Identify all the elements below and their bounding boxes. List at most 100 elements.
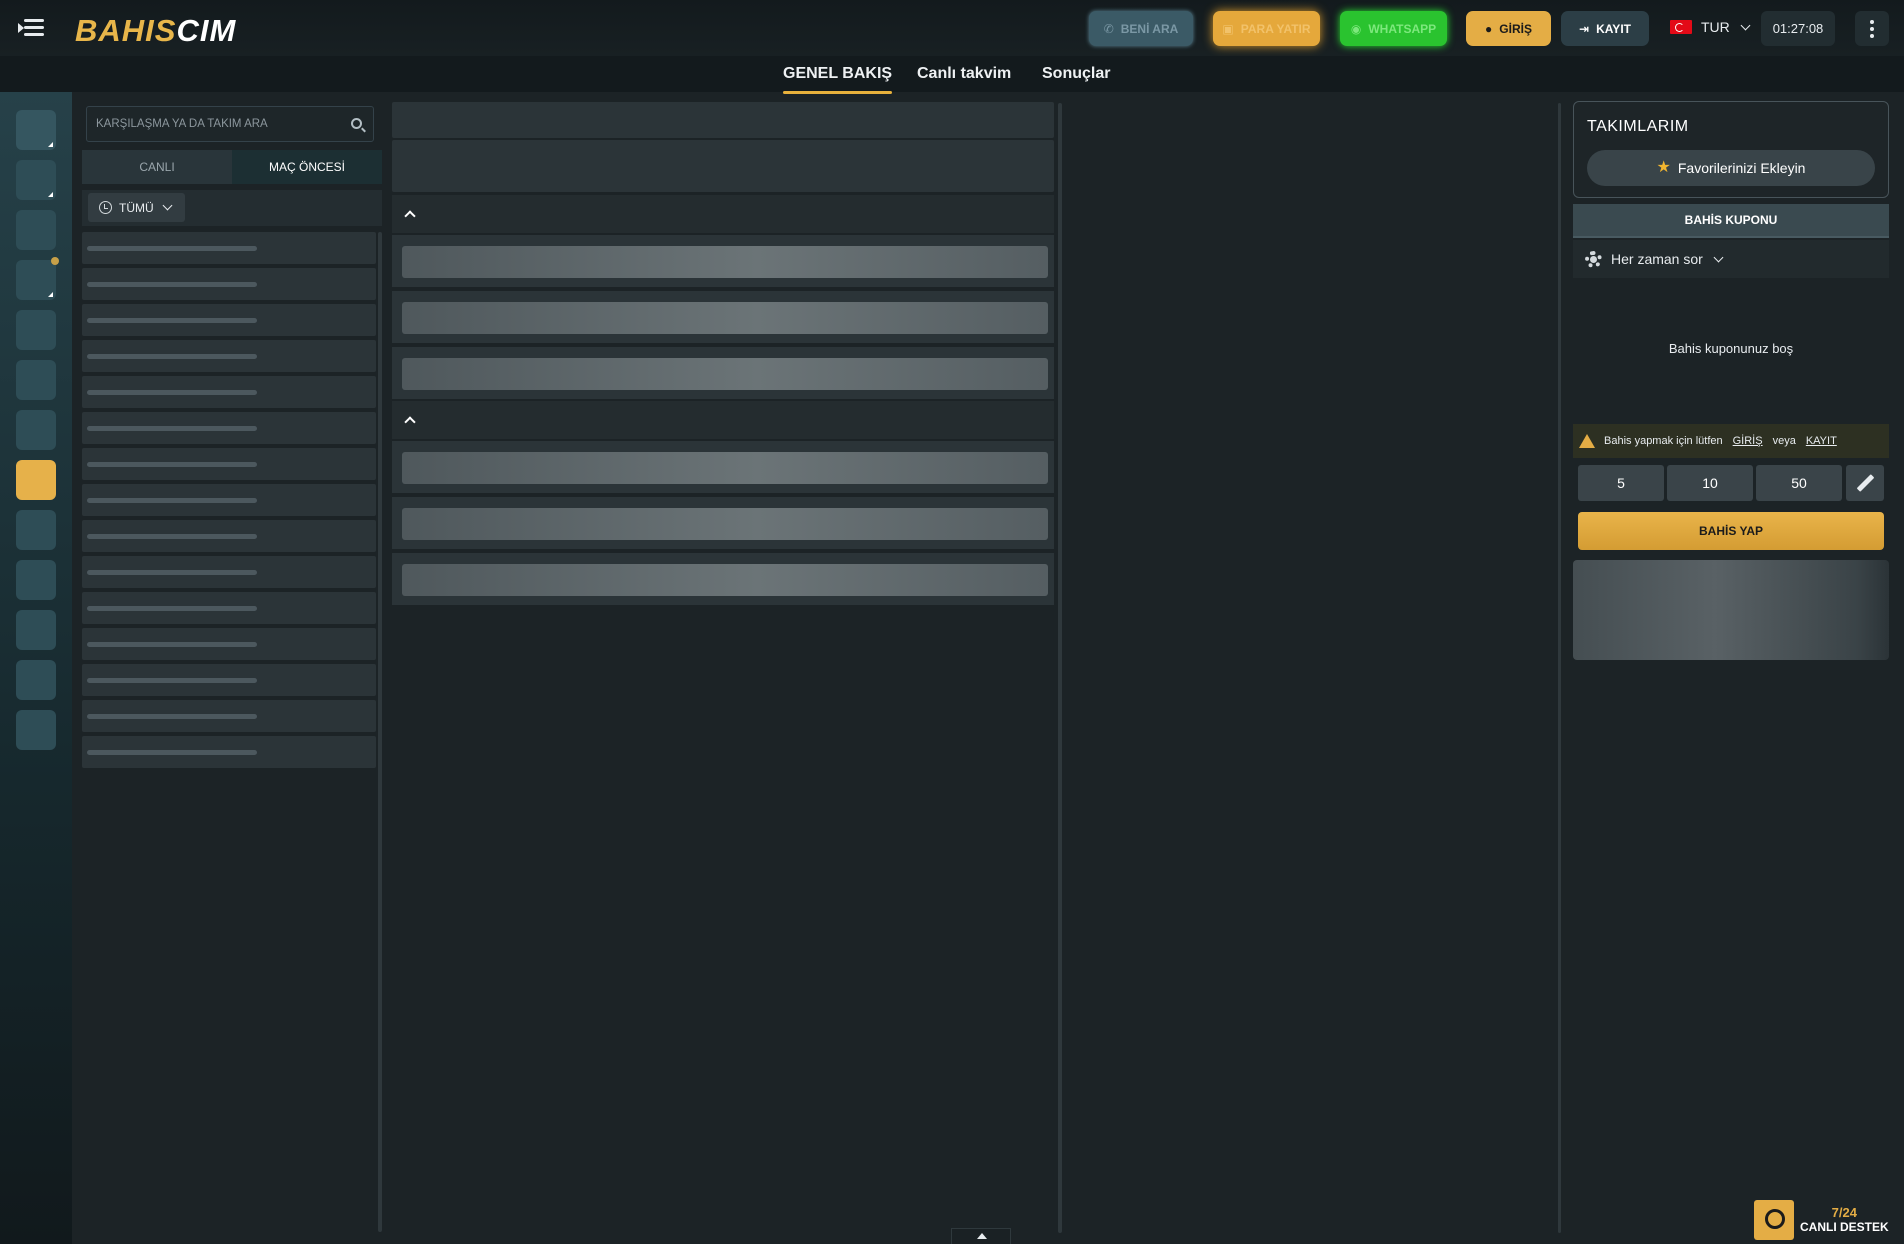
sport-icon[interactable] <box>16 310 56 350</box>
menu-icon[interactable] <box>18 17 44 39</box>
list-item[interactable] <box>82 520 376 552</box>
loading-placeholder <box>392 140 1054 192</box>
warning-login-link[interactable]: GİRİŞ <box>1733 435 1763 447</box>
list-item[interactable] <box>82 592 376 624</box>
list-item[interactable] <box>82 484 376 516</box>
wallet-icon: ▣ <box>1222 21 1234 36</box>
list-item[interactable] <box>82 664 376 696</box>
tab-live-calendar[interactable]: Canlı takvim <box>917 65 1011 83</box>
search-icon[interactable] <box>351 118 362 129</box>
stake-button-10[interactable]: 10 <box>1667 465 1753 501</box>
sport-icon[interactable] <box>16 610 56 650</box>
scrollbar[interactable] <box>378 232 382 1232</box>
tab-live[interactable]: CANLI <box>82 150 232 184</box>
more-options-icon[interactable] <box>1855 11 1889 46</box>
list-item[interactable] <box>82 304 376 336</box>
place-bet-button[interactable]: BAHİS YAP <box>1578 512 1884 550</box>
list-item[interactable] <box>82 736 376 768</box>
scrollbar[interactable] <box>1058 103 1062 1233</box>
sport-icon[interactable] <box>16 360 56 400</box>
betslip-title: BAHİS KUPONU <box>1573 204 1889 238</box>
empty-betslip-message: Bahis kuponunuz boş <box>1668 341 1794 356</box>
chevron-up-icon[interactable] <box>404 416 416 428</box>
pencil-icon <box>1856 474 1875 492</box>
warning-icon <box>1579 434 1595 448</box>
warning-register-link[interactable]: KAYIT <box>1806 435 1837 447</box>
group-header[interactable] <box>392 195 1054 233</box>
sport-icon[interactable] <box>16 710 56 750</box>
sub-navigation: GENEL BAKIŞ Canlı takvim Sonuçlar <box>0 56 1904 94</box>
register-button[interactable]: ⇥ KAYIT <box>1561 11 1649 46</box>
sport-icon[interactable] <box>16 510 56 550</box>
sport-icon[interactable] <box>16 257 59 300</box>
chevron-down-icon <box>1740 20 1751 30</box>
list-item[interactable] <box>82 628 376 660</box>
list-item[interactable] <box>82 448 376 480</box>
phone-icon: ✆ <box>1103 21 1114 36</box>
time-filter-dropdown[interactable]: TÜMÜ <box>88 193 185 222</box>
star-icon: ★ <box>1656 159 1671 176</box>
whatsapp-icon: ◉ <box>1350 21 1362 36</box>
whatsapp-button[interactable]: ◉ WHATSAPP <box>1340 11 1447 46</box>
sport-icon-all[interactable] <box>16 110 56 150</box>
list-item[interactable] <box>82 376 376 408</box>
login-warning: Bahis yapmak için lütfen GİRİŞ veya KAYI… <box>1573 424 1889 458</box>
top-header: BAHISCIM ✆ BENİ ARA ▣ PARA YATIR ◉ WHATS… <box>0 0 1904 56</box>
deposit-button[interactable]: ▣ PARA YATIR <box>1213 11 1320 46</box>
list-item[interactable] <box>82 232 376 264</box>
chevron-down-icon <box>1713 252 1724 262</box>
tab-results[interactable]: Sonuçlar <box>1042 65 1110 83</box>
search-box <box>86 106 374 142</box>
event-row[interactable] <box>392 497 1054 549</box>
time-filter-bar: TÜMÜ <box>82 190 382 226</box>
sport-icon[interactable] <box>16 560 56 600</box>
list-item[interactable] <box>82 340 376 372</box>
search-input[interactable] <box>87 107 335 141</box>
sport-icon[interactable] <box>16 410 56 450</box>
chevron-up-icon[interactable] <box>404 210 416 222</box>
scrollbar[interactable] <box>1558 103 1561 1233</box>
user-icon: ● <box>1485 21 1493 36</box>
list-item[interactable] <box>82 268 376 300</box>
list-item[interactable] <box>82 412 376 444</box>
quick-stakes: 5 10 50 <box>1578 465 1884 501</box>
my-teams-title: TAKIMLARIM <box>1587 118 1689 135</box>
stake-button-5[interactable]: 5 <box>1578 465 1664 501</box>
live-prematch-tabs: CANLI MAÇ ÖNCESİ <box>82 150 382 184</box>
support-agent-icon <box>1754 1200 1794 1240</box>
sport-icon[interactable] <box>16 210 56 250</box>
event-row[interactable] <box>392 441 1054 493</box>
call-me-button[interactable]: ✆ BENİ ARA <box>1089 11 1193 46</box>
sport-rail <box>0 92 72 1244</box>
loading-placeholder <box>392 102 1054 138</box>
register-icon: ⇥ <box>1579 21 1590 36</box>
language-selector[interactable]: TUR <box>1670 19 1751 35</box>
site-logo[interactable]: BAHISCIM <box>75 13 236 49</box>
event-row[interactable] <box>392 553 1054 605</box>
clock-display: 01:27:08 <box>1761 11 1835 46</box>
live-support-widget[interactable]: 7/24 CANLI DESTEK <box>1754 1200 1898 1240</box>
edit-stakes-button[interactable] <box>1846 465 1884 501</box>
login-button[interactable]: ● GİRİŞ <box>1466 11 1551 46</box>
chevron-down-icon <box>162 200 173 211</box>
clock-icon <box>99 201 112 214</box>
event-row[interactable] <box>392 291 1054 343</box>
event-row[interactable] <box>392 235 1054 287</box>
tab-overview[interactable]: GENEL BAKIŞ <box>783 65 893 94</box>
promo-placeholder <box>1573 560 1889 660</box>
list-item[interactable] <box>82 700 376 732</box>
sport-icon[interactable] <box>16 160 56 200</box>
events-panel: CANLI MAÇ ÖNCESİ TÜMÜ <box>80 100 382 1240</box>
event-row[interactable] <box>392 347 1054 399</box>
add-favorites-button[interactable]: ★ Favorilerinizi Ekleyin <box>1587 150 1875 186</box>
sport-icon-active[interactable] <box>16 460 56 500</box>
scroll-to-top-button[interactable] <box>951 1228 1011 1244</box>
odds-change-dropdown[interactable]: Her zaman sor <box>1573 240 1889 278</box>
turkey-flag-icon <box>1670 20 1692 34</box>
tab-prematch[interactable]: MAÇ ÖNCESİ <box>232 150 382 184</box>
sport-icon[interactable] <box>16 660 56 700</box>
group-header[interactable] <box>392 401 1054 439</box>
list-item[interactable] <box>82 556 376 588</box>
gear-icon <box>1585 250 1602 268</box>
stake-button-50[interactable]: 50 <box>1756 465 1842 501</box>
